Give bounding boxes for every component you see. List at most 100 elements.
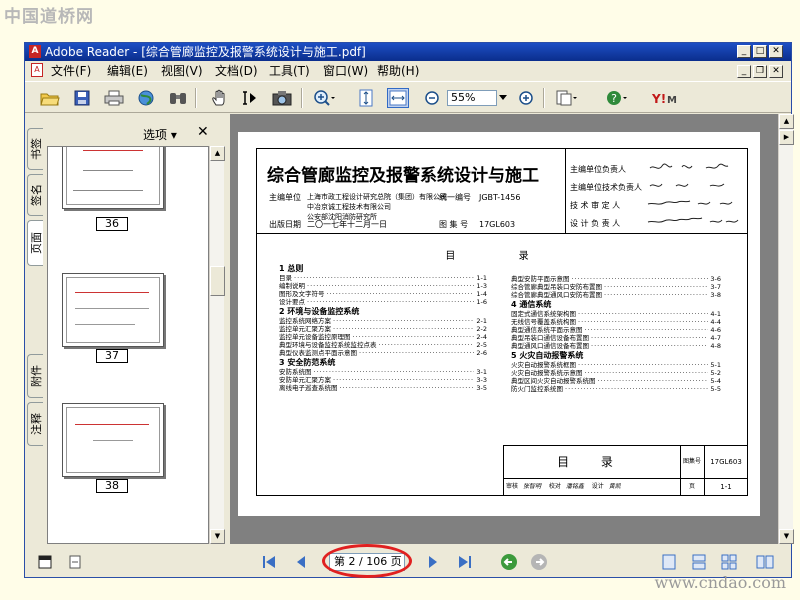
toc-dot-leader: ········································… <box>584 326 709 334</box>
toc-entry-page: 2-2 <box>476 325 487 333</box>
menu-help[interactable]: 帮助(H) <box>377 63 419 79</box>
actual-size-icon[interactable] <box>355 88 377 108</box>
sign-label-1: 主编单位负责人 <box>570 165 626 174</box>
tab-signatures[interactable]: 签名 <box>27 174 43 216</box>
go-forward-icon[interactable] <box>529 552 549 572</box>
scroll-thumb[interactable] <box>210 266 225 296</box>
last-page-icon[interactable] <box>455 552 475 572</box>
tab-pages[interactable]: 页面 <box>27 220 43 266</box>
fit-width-icon[interactable] <box>387 88 409 108</box>
panel-close-icon[interactable]: ✕ <box>197 124 209 140</box>
document-pdf-icon[interactable]: A <box>31 63 43 77</box>
next-page-icon[interactable] <box>423 552 443 572</box>
toc-entry[interactable]: 典型区间火灾自动报警系统图 ···························… <box>511 377 721 385</box>
options-menu-button[interactable]: 选项 ▾ <box>143 126 177 143</box>
toc-entry[interactable]: 典型通信系统平面示意图 ·····························… <box>511 326 721 334</box>
doc-restore-icon[interactable]: ❐ <box>753 65 767 78</box>
tab-comments[interactable]: 注释 <box>27 402 43 446</box>
toc-entry[interactable]: 监控单元汇聚方案 ································… <box>279 325 487 333</box>
toc-entry[interactable]: 编制说明 ····································… <box>279 282 487 290</box>
toc-entry[interactable]: 火灾自动报警系统示意图 ·····························… <box>511 369 721 377</box>
toc-section-heading[interactable]: 1 总则 <box>279 263 487 274</box>
continuous-facing-layout-icon[interactable] <box>755 552 775 572</box>
select-text-icon[interactable] <box>239 88 261 108</box>
toc-entry[interactable]: 防火门监控系统图 ································… <box>511 385 721 393</box>
go-back-icon[interactable] <box>499 552 519 572</box>
zoom-in-icon[interactable] <box>515 88 537 108</box>
toc-entry[interactable]: 监控单元设备监控原理图 ·····························… <box>279 333 487 341</box>
menu-file[interactable]: 文件(F) <box>51 63 91 79</box>
scroll-up-icon[interactable]: ▲ <box>210 146 225 161</box>
menu-view[interactable]: 视图(V) <box>161 63 203 79</box>
minimize-icon[interactable]: _ <box>737 45 751 58</box>
toc-entry[interactable]: 安防系统图 ···································… <box>279 368 487 376</box>
doc-minimize-icon[interactable]: _ <box>737 65 751 78</box>
thumbnail-page-38[interactable] <box>62 403 164 477</box>
search-binoculars-icon[interactable] <box>167 88 189 108</box>
hand-tool-icon[interactable] <box>209 88 231 108</box>
toc-entry[interactable]: 监控系统网络方案 ································… <box>279 317 487 325</box>
toc-entry-page: 4-8 <box>710 342 721 350</box>
help-icon[interactable]: ? <box>605 88 627 108</box>
continuous-layout-icon[interactable] <box>689 552 709 572</box>
toc-entry[interactable]: 综合管廊典型通风口安防布置图 ··························… <box>511 291 721 299</box>
thumbnail-page-36[interactable] <box>62 147 164 209</box>
zoom-dropdown-chevron-icon[interactable] <box>497 88 509 108</box>
document-viewer: 综合管廊监控及报警系统设计与施工 主编单位 上海市政工程设计研究总院（集团）有限… <box>230 114 778 544</box>
facing-layout-icon[interactable] <box>719 552 739 572</box>
previous-page-icon[interactable] <box>291 552 311 572</box>
toc-section-heading[interactable]: 2 环境与设备监控系统 <box>279 306 487 317</box>
toc-entry[interactable]: 典型通风口通信设备布置图 ····························… <box>511 342 721 350</box>
tab-bookmarks[interactable]: 书签 <box>27 128 43 170</box>
scroll-down-icon[interactable]: ▼ <box>779 529 794 544</box>
document-scrollbar[interactable]: ▲ ▶ ▼ <box>778 114 794 544</box>
email-globe-icon[interactable] <box>135 88 157 108</box>
zoom-in-tool-icon[interactable] <box>313 88 335 108</box>
toc-entry[interactable]: 设计要点 ····································… <box>279 298 487 306</box>
thumbnail-scrollbar[interactable]: ▲ ▼ <box>209 146 225 544</box>
toc-entry[interactable]: 典型吊装口通信设备布置图 ····························… <box>511 334 721 342</box>
toc-section-heading[interactable]: 4 通信系统 <box>511 299 721 310</box>
toolbar-separator <box>195 88 197 108</box>
toc-entry[interactable]: 火灾自动报警系统框图 ······························… <box>511 361 721 369</box>
zoom-level-field[interactable]: 55% <box>447 90 497 106</box>
toc-entry[interactable]: 固定式通信系统架构图 ······························… <box>511 310 721 318</box>
page-size-icon[interactable] <box>65 552 85 572</box>
menu-tools[interactable]: 工具(T) <box>269 63 310 79</box>
print-icon[interactable] <box>103 88 125 108</box>
doc-close-icon[interactable]: ✕ <box>769 65 783 78</box>
maximize-icon[interactable]: □ <box>753 45 767 58</box>
toc-entry[interactable]: 典型仪表监测点平面示意图 ····························… <box>279 349 487 357</box>
toc-heading: 目 录 <box>445 251 559 262</box>
toc-section-heading[interactable]: 5 火灾自动报警系统 <box>511 350 721 361</box>
menu-document[interactable]: 文档(D) <box>215 63 258 79</box>
single-page-layout-icon[interactable] <box>659 552 679 572</box>
toc-entry[interactable]: 综合管廊典型吊装口安防布置图 ··························… <box>511 283 721 291</box>
page-layout-icon[interactable] <box>555 88 577 108</box>
toc-entry[interactable]: 安防单元汇聚方案 ································… <box>279 376 487 384</box>
toc-entry[interactable]: 典型环境与设备监控系统监控点表 ·························… <box>279 341 487 349</box>
snapshot-camera-icon[interactable] <box>271 88 293 108</box>
toc-entry[interactable]: 目录 ······································… <box>279 274 487 282</box>
tab-attachments[interactable]: 附件 <box>27 354 43 398</box>
menu-edit[interactable]: 编辑(E) <box>107 63 148 79</box>
toc-entry[interactable]: 图形及文字符号 ·································… <box>279 290 487 298</box>
toc-entry[interactable]: 离线电子巡查系统图 ·······························… <box>279 384 487 392</box>
first-page-icon[interactable] <box>259 552 279 572</box>
single-page-view-icon[interactable] <box>35 552 55 572</box>
scroll-up-icon[interactable]: ▲ <box>779 114 794 129</box>
scroll-down-icon[interactable]: ▼ <box>210 529 225 544</box>
toc-entry-page: 5-1 <box>710 361 721 369</box>
zoom-out-icon[interactable] <box>421 88 443 108</box>
split-view-icon[interactable]: ▶ <box>779 130 794 145</box>
save-icon[interactable] <box>71 88 93 108</box>
toc-entry[interactable]: 典型安防平面示意图 ·······························… <box>511 275 721 283</box>
toc-entry-title: 目录 <box>279 274 292 282</box>
menu-window[interactable]: 窗口(W) <box>323 63 368 79</box>
yahoo-search-icon[interactable]: Y! M <box>651 88 687 108</box>
toc-entry[interactable]: 无线信号覆盖系统构图 ······························… <box>511 318 721 326</box>
close-icon[interactable]: ✕ <box>769 45 783 58</box>
open-folder-icon[interactable] <box>39 88 61 108</box>
thumbnail-page-37[interactable] <box>62 273 164 347</box>
toc-section-heading[interactable]: 3 安全防范系统 <box>279 357 487 368</box>
